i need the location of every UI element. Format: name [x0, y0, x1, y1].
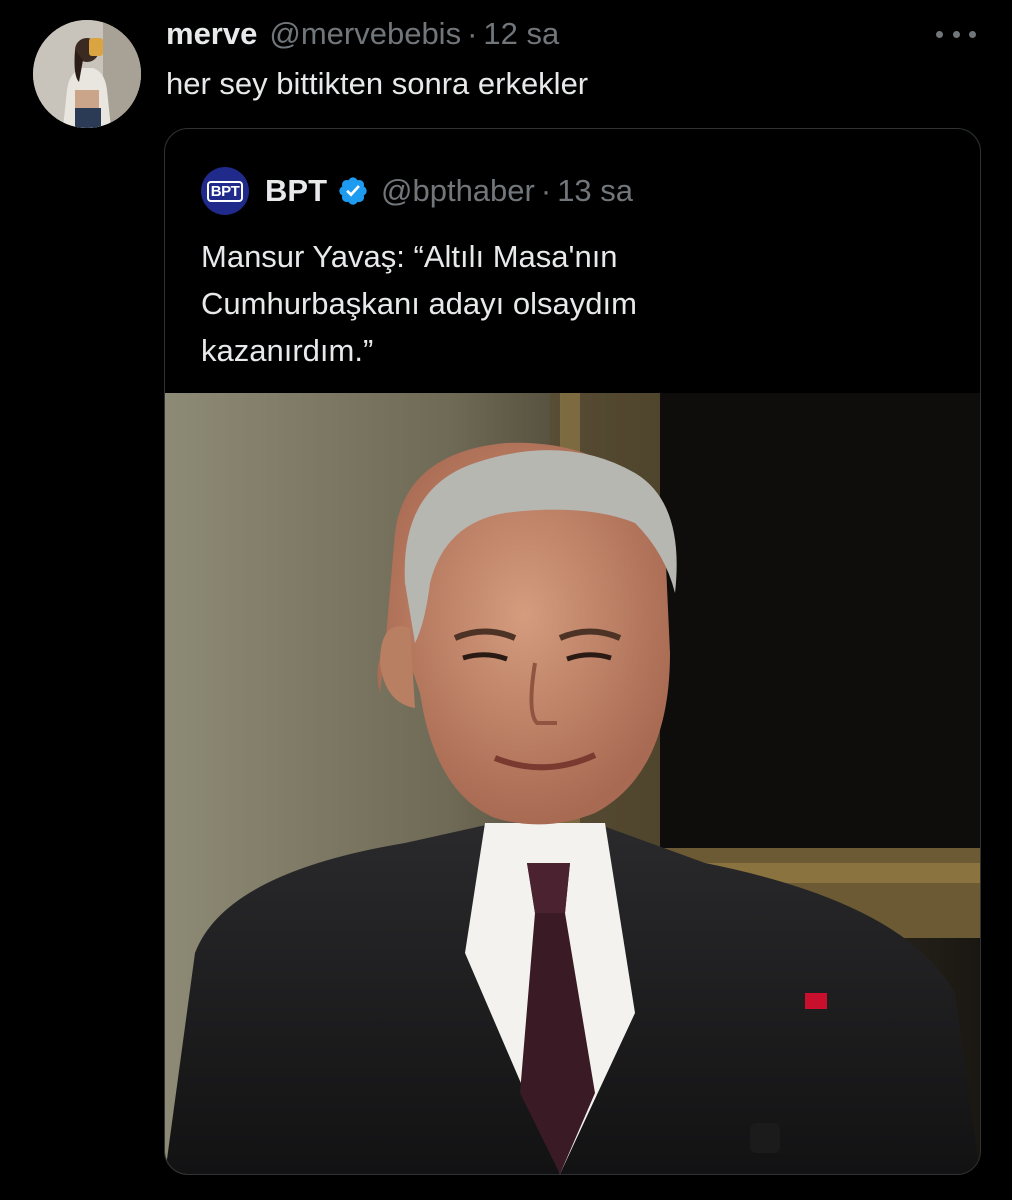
quoted-handle[interactable]: @bpthaber [381, 173, 535, 209]
quoted-display-name[interactable]: BPT [265, 173, 327, 209]
quoted-text: Mansur Yavaş: “Altılı Masa'nın Cumhurbaş… [201, 233, 961, 374]
more-options-icon[interactable] [936, 22, 976, 46]
tweet-header: merve @mervebebis · 12 sa [166, 16, 559, 56]
quoted-tweet[interactable]: BPT BPT @bpthaber · 13 sa Mansur Yavaş: … [164, 128, 981, 1175]
verified-badge-icon [339, 177, 367, 205]
quoted-header: BPT BPT @bpthaber · 13 sa [201, 167, 633, 215]
quoted-text-line: Mansur Yavaş: “Altılı Masa'nın [201, 239, 618, 274]
display-name[interactable]: merve [166, 16, 257, 52]
separator-dot: · [467, 16, 478, 51]
quoted-media-image[interactable] [165, 393, 980, 1174]
username-handle[interactable]: @mervebebis [269, 16, 461, 52]
quoted-timestamp[interactable]: 13 sa [557, 173, 633, 209]
avatar[interactable] [33, 20, 141, 128]
quoted-separator-dot: · [540, 173, 552, 208]
avatar-image [33, 20, 141, 128]
tweet-text: her sey bittikten sonra erkekler [166, 66, 589, 101]
bpt-logo[interactable]: BPT [201, 167, 249, 215]
quoted-text-line: Cumhurbaşkanı adayı olsaydım [201, 286, 637, 321]
bpt-logo-text: BPT [206, 180, 244, 202]
timestamp[interactable]: 12 sa [483, 16, 559, 52]
quoted-text-line: kazanırdım.” [201, 333, 374, 368]
news-photo [165, 393, 980, 1174]
